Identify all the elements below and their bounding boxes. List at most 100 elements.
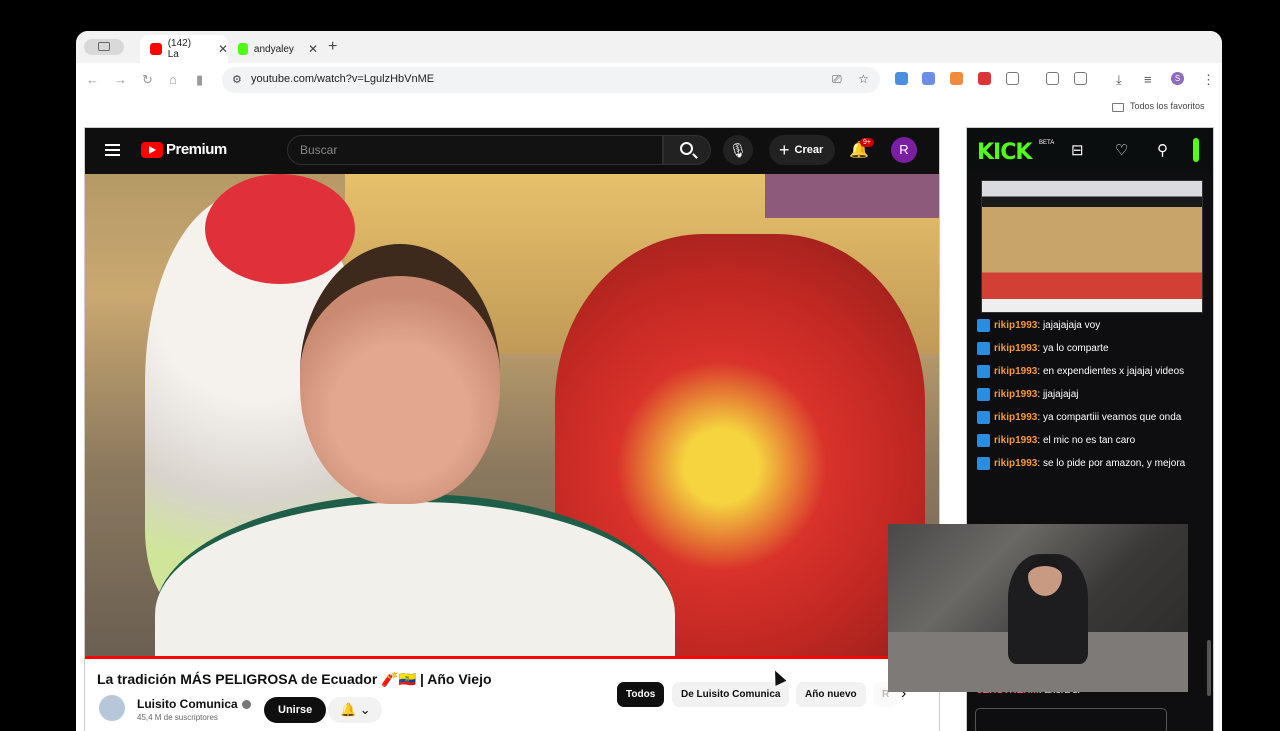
install-icon[interactable]: ⎚ [832,72,842,87]
account-avatar[interactable]: R [891,137,917,163]
close-tab-icon[interactable]: ✕ [308,42,318,56]
chat-username[interactable]: rikip1993 [994,435,1037,446]
chat-message: rikip1993: jjajajajaj [977,388,1205,401]
create-label: Crear [794,144,824,156]
search-input[interactable] [287,135,663,165]
video-title: La tradición MÁS PELIGROSA de Ecuador 🧨🇪… [97,671,492,687]
chat-message: rikip1993: en expendientes x jajajaj vid… [977,365,1205,378]
stream-preview[interactable] [981,180,1203,313]
kick-header: KICK BETA ⊟ ♡ ⚲ [967,128,1213,172]
join-button[interactable]: Unirse [264,697,327,723]
chat-message: rikip1993: jajajajaja voy [977,319,1205,332]
hamburger-menu-icon[interactable] [105,144,120,156]
tab-label: (142) La [167,38,192,60]
search-icon[interactable]: ⚲ [1157,141,1168,159]
download-icon[interactable]: ⤓ [1116,72,1122,88]
create-button[interactable]: + Crear [769,135,836,165]
video-player[interactable] [85,174,939,656]
chat-text: jajajajaja voy [1042,320,1101,331]
kick-favicon-icon [238,43,248,55]
back-icon[interactable]: ← [86,72,99,87]
translate-extension-icon[interactable] [922,72,935,85]
subscriber-badge-icon [977,342,990,355]
chat-text: ya compartiii veamos que onda [1042,412,1182,423]
chat-username[interactable]: rikip1993 [994,389,1037,400]
new-tab-icon[interactable]: + [328,38,337,56]
kick-logo[interactable]: KICK [977,140,1032,165]
chat-username[interactable]: rikip1993 [994,458,1037,469]
following-heart-icon[interactable]: ♡ [1115,141,1128,159]
extensions-puzzle-icon[interactable] [1006,72,1019,85]
kick-beta-label: BETA [1039,140,1055,146]
bookmarks-bar: Todos los favoritos [76,97,1222,119]
browse-icon[interactable]: ⊟ [1071,141,1084,159]
chip-todos[interactable]: Todos [617,682,665,707]
youtube-brand[interactable]: Premium [166,141,227,158]
channel-name-text: Luisito Comunica [137,697,238,711]
all-bookmarks-label[interactable]: Todos los favoritos [1130,101,1205,111]
channel-name[interactable]: Luisito Comunica [137,697,251,711]
chat-message: rikip1993: ya lo comparte [977,342,1205,355]
tab-label: andyaley [253,43,294,55]
url-text: youtube.com/watch?v=LgulzHbVnME [251,73,435,85]
progress-fill [85,656,939,659]
site-info-icon[interactable]: ⚙ [232,73,244,86]
close-tab-icon[interactable]: ✕ [218,42,228,56]
folder-icon [1112,103,1124,112]
subscription-bell-button[interactable]: 🔔 ⌄ [328,697,382,723]
video-progress-bar[interactable] [85,656,939,659]
chat-username[interactable]: rikip1993 [994,343,1037,354]
youtube-header: Premium 🎙 +Crear 🔔 9+ R [85,128,939,174]
metamask-extension-icon[interactable] [950,72,963,85]
chat-text: se lo pide por amazon, y mejora [1042,458,1186,469]
chat-list: rikip1993: jajajajaja voy rikip1993: ya … [977,314,1205,480]
subscriber-badge-icon [977,411,990,424]
extension-icon[interactable] [895,72,908,85]
profile-avatar[interactable]: S [1171,72,1184,85]
subscriber-badge-icon [977,319,990,332]
subscriber-badge-icon [977,388,990,401]
video-frame-sign [765,174,939,218]
search-button[interactable] [663,135,711,165]
youtube-logo-icon[interactable] [141,142,163,158]
tab-search-button[interactable] [84,39,124,55]
forward-icon[interactable]: → [114,72,127,87]
kick-accent-bar [1193,138,1199,162]
chip-de-luisito[interactable]: De Luisito Comunica [672,682,790,707]
chat-scrollbar[interactable] [1207,640,1211,696]
chat-message: rikip1993: ya compartiii veamos que onda [977,411,1205,424]
webcam-face [1028,556,1062,596]
tab-kick[interactable]: andyaley ✕ [228,35,318,63]
tab-search-icon[interactable] [1046,72,1059,85]
chip-ano-nuevo[interactable]: Año nuevo [796,682,866,707]
reload-icon[interactable]: ↻ [142,72,153,88]
video-frame-person [155,244,675,656]
chat-text: el mic no es tan caro [1042,435,1136,446]
subscriber-badge-icon [977,457,990,470]
bookmark-star-icon[interactable]: ☆ [858,72,869,86]
pdf-extension-icon[interactable] [978,72,991,85]
video-frame-head [300,244,500,504]
webcam-overlay[interactable] [888,524,1188,692]
home-icon[interactable]: ⌂ [169,72,177,87]
chat-message: rikip1993: se lo pide por amazon, y mejo… [977,457,1205,470]
media-icon[interactable]: ≡ [1144,72,1152,87]
search-icon [680,142,693,155]
voice-search-button[interactable]: 🎙 [723,135,753,165]
reading-list-icon[interactable] [1074,72,1087,85]
youtube-pane: Premium 🎙 +Crear 🔔 9+ R La tradición MÁS… [84,127,940,731]
chat-text: en expendientes x jajajaj videos [1042,366,1185,377]
chat-username[interactable]: rikip1993 [994,366,1037,377]
chat-username[interactable]: rikip1993 [994,412,1037,423]
sidepanel-icon[interactable]: ▮ [196,72,203,88]
address-bar[interactable]: ⚙ youtube.com/watch?v=LgulzHbVnME ⎚ ☆ [222,67,880,93]
chat-text: ya lo comparte [1042,343,1109,354]
subscriber-badge-icon [977,434,990,447]
channel-avatar[interactable] [99,695,125,721]
chat-username[interactable]: rikip1993 [994,320,1037,331]
toolbar: ← → ↻ ⌂ ▮ ⚙ youtube.com/watch?v=LgulzHbV… [76,63,1222,97]
menu-dots-icon[interactable]: ⋮ [1202,72,1215,88]
tab-youtube[interactable]: (142) La ✕ [140,35,228,63]
tab-search-icon [98,42,110,51]
plus-icon: + [779,139,790,160]
